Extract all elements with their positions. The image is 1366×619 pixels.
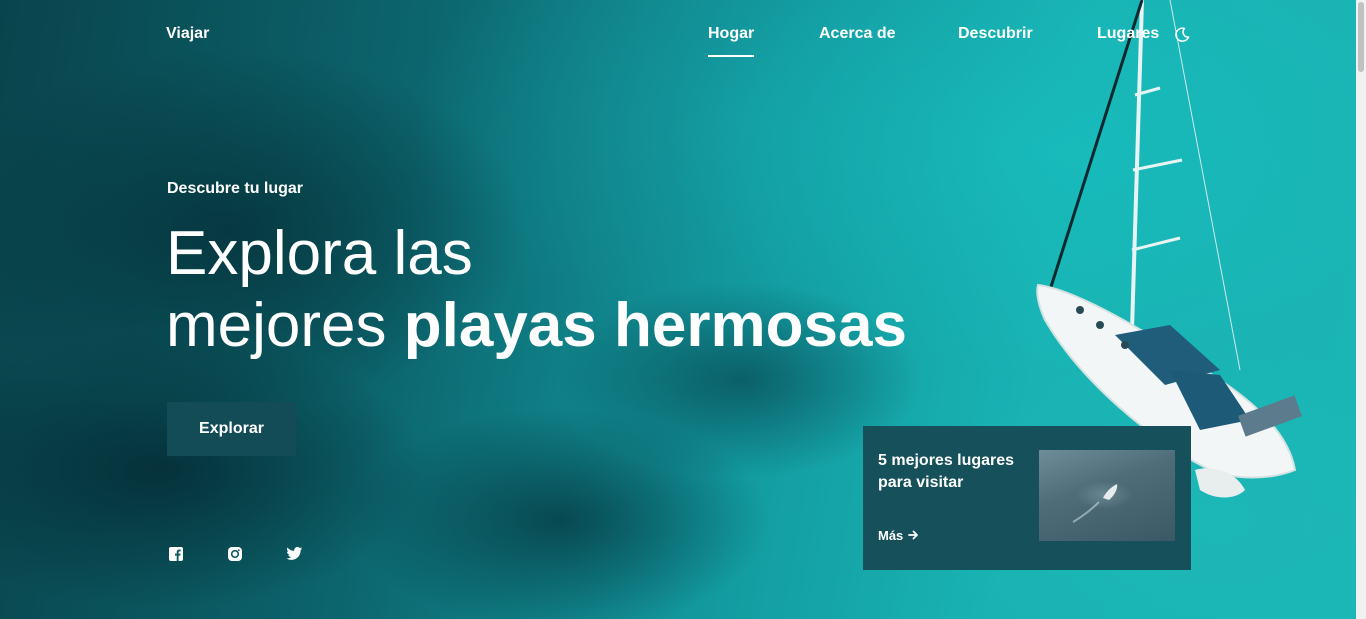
card-image[interactable] — [1039, 450, 1175, 541]
site-header: Viajar Hogar Acerca de Descubrir Lugares — [0, 0, 1356, 70]
card-more-label: Más — [878, 528, 904, 543]
card-title: 5 mejores lugares para visitar — [878, 452, 1015, 491]
nav-lugares[interactable]: Lugares — [1097, 25, 1159, 43]
facebook-icon[interactable] — [168, 546, 184, 562]
site-logo[interactable]: Viajar — [166, 25, 209, 43]
hero-subtitle: Descubre tu lugar — [167, 180, 304, 197]
hero-title-line2-bold: playas hermosas — [403, 291, 907, 360]
hero-title: Explora las mejores playas hermosas — [166, 218, 907, 362]
hero-title-line1: Explora las — [166, 219, 473, 288]
nav-descubrir[interactable]: Descubrir — [958, 25, 1033, 43]
nav-hogar[interactable]: Hogar — [708, 25, 755, 57]
arrow-right-icon — [908, 528, 919, 543]
instagram-icon[interactable] — [227, 546, 243, 562]
scrollbar-thumb[interactable] — [1358, 2, 1364, 72]
scrollbar[interactable] — [1356, 0, 1366, 619]
twitter-icon[interactable] — [286, 546, 303, 562]
explore-button[interactable]: Explorar — [167, 402, 296, 456]
featured-card: 5 mejores lugares para visitar Más — [863, 426, 1191, 570]
moon-icon[interactable] — [1174, 27, 1190, 43]
card-more-link[interactable]: Más — [878, 528, 919, 543]
nav-acerca-de[interactable]: Acerca de — [819, 25, 896, 43]
hero-title-line2-regular: mejores — [166, 291, 387, 360]
